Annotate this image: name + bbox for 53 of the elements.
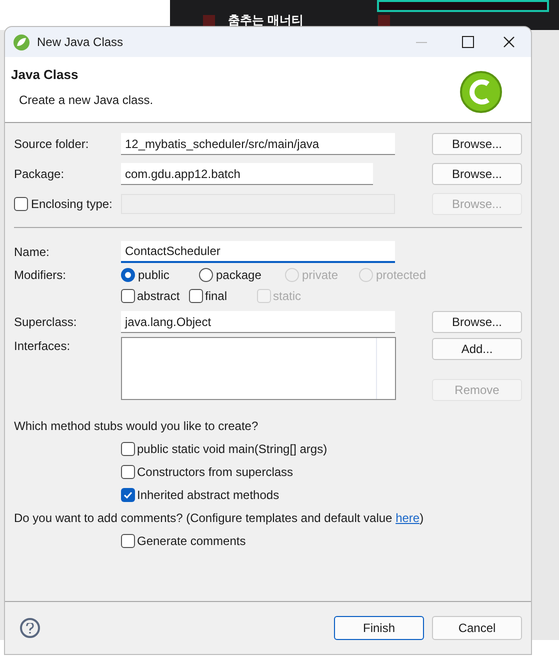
close-icon[interactable] <box>503 36 515 48</box>
checkbox[interactable] <box>121 534 135 548</box>
checkbox[interactable] <box>121 442 135 456</box>
checkbox-label: Inherited abstract methods <box>137 487 280 504</box>
mic-muted-icon <box>203 15 215 26</box>
finish-button[interactable]: Finish <box>334 616 424 640</box>
field-label: Modifiers: <box>14 267 68 284</box>
checkbox-label: final <box>205 288 228 305</box>
text-field[interactable]: com.gdu.app12.batch <box>121 163 373 185</box>
radio-button[interactable] <box>199 268 213 282</box>
checkbox-label: Enclosing type: <box>31 196 112 213</box>
checkbox-label: public static void main(String[] args) <box>137 441 328 458</box>
checkbox[interactable] <box>189 289 203 303</box>
help-icon[interactable] <box>20 618 40 638</box>
checkbox[interactable] <box>121 465 135 479</box>
browse-button[interactable]: Browse... <box>432 311 522 333</box>
checkbox-label: Constructors from superclass <box>137 464 294 481</box>
checkmark-icon <box>123 490 133 500</box>
section-question: Do you want to add comments? (Configure templates and default value here) <box>14 510 425 527</box>
field-label: Package: <box>14 166 66 183</box>
field-label: Name: <box>14 244 50 261</box>
checkbox[interactable] <box>121 289 135 303</box>
field-label: Interfaces: <box>14 338 72 355</box>
checkbox-label: Generate comments <box>137 533 246 550</box>
radio-button[interactable] <box>121 268 135 282</box>
spring-leaf-icon <box>13 34 30 50</box>
add-button[interactable]: Add... <box>432 338 522 360</box>
interfaces-list[interactable] <box>121 337 396 400</box>
radio-label: package <box>216 267 262 284</box>
browse-button[interactable]: Browse... <box>432 163 522 185</box>
field-label: Superclass: <box>14 314 78 331</box>
mic-muted-icon <box>378 15 390 26</box>
question-mark-icon <box>26 622 34 634</box>
browse-button[interactable]: Browse... <box>432 133 522 155</box>
window-title: New Java Class <box>37 34 124 51</box>
maximize-button[interactable] <box>462 36 474 48</box>
radio-label: private <box>302 267 338 284</box>
text-field[interactable]: ContactScheduler <box>121 241 395 263</box>
participant-name: 춤추는 매너티 <box>228 13 304 27</box>
text-field[interactable]: 12_mybatis_scheduler/src/main/java <box>121 133 395 155</box>
class-c-icon <box>459 70 503 114</box>
section-question: Which method stubs would you like to create? <box>14 418 260 435</box>
page-description: Create a new Java class. <box>18 92 154 108</box>
checkbox[interactable] <box>121 488 135 502</box>
checkbox-label: abstract <box>137 288 180 305</box>
field-label: Source folder: <box>14 136 90 153</box>
radio-label: protected <box>376 267 426 284</box>
page-title: Java Class <box>11 66 80 84</box>
checkbox-label: static <box>273 288 302 305</box>
radio-label: public <box>138 267 170 284</box>
cancel-button[interactable]: Cancel <box>432 616 522 640</box>
text-field[interactable]: java.lang.Object <box>121 311 395 333</box>
here-link[interactable]: here <box>396 511 420 525</box>
